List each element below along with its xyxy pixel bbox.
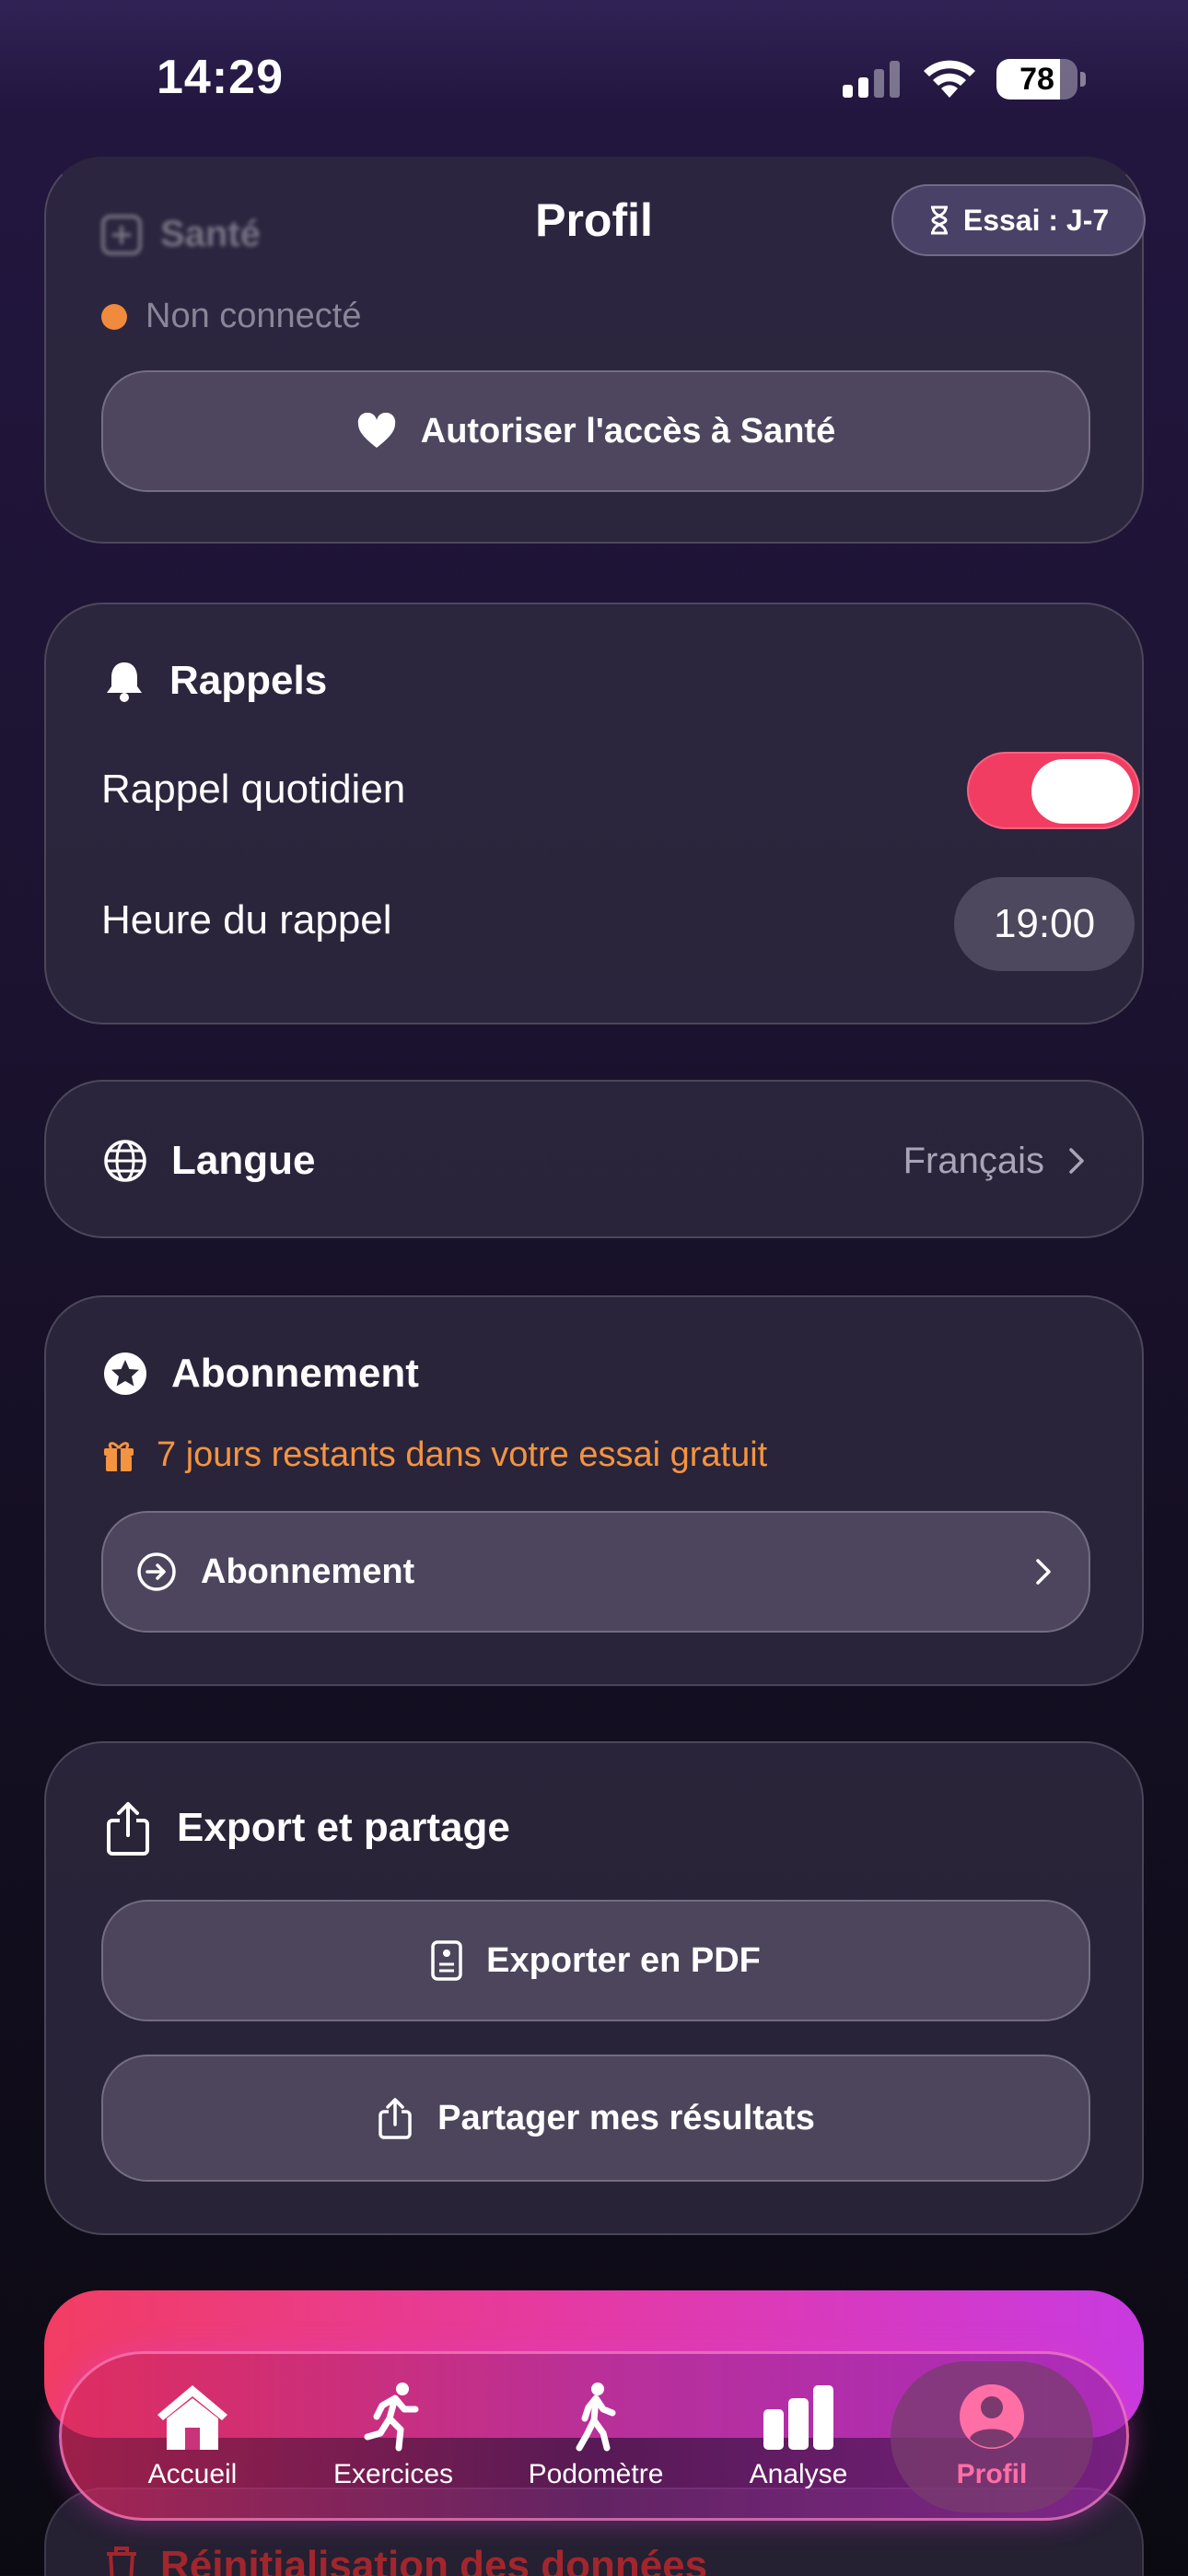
- export-pdf-label: Exporter en PDF: [486, 1940, 761, 1980]
- reminder-time-picker[interactable]: 19:00: [954, 877, 1135, 971]
- heart-icon: [357, 413, 395, 448]
- reminders-title-row: Rappels: [103, 658, 327, 704]
- status-time: 14:29: [157, 51, 284, 104]
- tab-label: Exercices: [332, 2459, 454, 2489]
- language-title: Langue: [171, 1138, 316, 1183]
- export-title-row: Export et partage: [103, 1800, 510, 1856]
- share-icon: [379, 2098, 412, 2139]
- status-bar: 14:29 78: [0, 0, 1188, 161]
- trash-icon: [107, 2547, 136, 2576]
- reminders-card: Rappels Rappel quotidien Heure du rappel…: [44, 603, 1144, 1025]
- daily-reminder-label: Rappel quotidien: [101, 767, 406, 812]
- trial-remaining-row: 7 jours restants dans votre essai gratui…: [101, 1435, 767, 1475]
- status-dot-icon: [101, 303, 127, 330]
- tab-analyse[interactable]: Analyse: [697, 2361, 900, 2512]
- wifi-icon: [924, 60, 975, 98]
- document-icon: [431, 1940, 462, 1981]
- language-value-group: Français: [903, 1082, 1085, 1240]
- tab-podometre[interactable]: Podomètre: [495, 2361, 697, 2512]
- subscription-card: Abonnement 7 jours restants dans votre e…: [44, 1295, 1144, 1686]
- cellular-signal-icon: [843, 61, 900, 98]
- tab-accueil[interactable]: Accueil: [91, 2361, 294, 2512]
- trial-badge-label: Essai : J-7: [962, 203, 1110, 237]
- running-icon: [364, 2383, 419, 2452]
- tab-exercices[interactable]: Exercices: [292, 2361, 495, 2512]
- export-title: Export et partage: [177, 1805, 510, 1850]
- share-results-label: Partager mes résultats: [437, 2098, 815, 2137]
- tab-label: Profil: [956, 2459, 1028, 2489]
- chevron-right-icon: [1036, 1559, 1051, 1585]
- trial-remaining-text: 7 jours restants dans votre essai gratui…: [157, 1435, 768, 1474]
- arrow-circle-icon: [137, 1552, 176, 1591]
- health-status: Non connecté: [146, 297, 362, 335]
- tab-label: Accueil: [147, 2459, 238, 2489]
- trial-badge[interactable]: Essai : J-7: [891, 184, 1146, 256]
- tab-label: Podomètre: [528, 2459, 664, 2489]
- walking-icon: [576, 2383, 616, 2452]
- tab-profil[interactable]: Profil: [891, 2361, 1093, 2512]
- reminder-time-label: Heure du rappel: [101, 897, 392, 943]
- subscription-button[interactable]: Abonnement: [101, 1511, 1090, 1633]
- export-pdf-button[interactable]: Exporter en PDF: [101, 1900, 1090, 2021]
- globe-icon: [104, 1140, 146, 1182]
- bar-chart-icon: [763, 2385, 833, 2450]
- house-icon: [157, 2385, 227, 2450]
- subscription-button-label: Abonnement: [201, 1551, 415, 1591]
- reminders-title: Rappels: [169, 658, 328, 703]
- person-circle-icon: [960, 2384, 1024, 2449]
- subscription-title-row: Abonnement: [103, 1351, 419, 1397]
- export-card: Export et partage Exporter en PDF Partag…: [44, 1741, 1144, 2235]
- gift-icon: [104, 1441, 134, 1471]
- tab-bar: Accueil Exercices Podomètre Analyse Prof…: [59, 2351, 1129, 2521]
- share-icon: [107, 1802, 149, 1856]
- share-results-button[interactable]: Partager mes résultats: [101, 2055, 1090, 2182]
- authorize-health-label: Autoriser l'accès à Santé: [420, 411, 836, 451]
- daily-reminder-toggle[interactable]: [967, 752, 1140, 829]
- battery-level: 78: [1019, 62, 1054, 97]
- toggle-knob: [1031, 759, 1133, 824]
- reset-title: Réinitialisation des données: [160, 2543, 708, 2576]
- subscription-title: Abonnement: [171, 1351, 419, 1396]
- battery-icon: 78: [996, 59, 1086, 100]
- star-circle-icon: [104, 1352, 146, 1395]
- reset-row: Réinitialisation des données: [103, 2543, 707, 2576]
- tab-label: Analyse: [749, 2459, 848, 2489]
- language-row[interactable]: Langue Français: [44, 1080, 1144, 1238]
- hourglass-icon: [930, 205, 948, 235]
- language-title-row: Langue: [103, 1082, 315, 1240]
- bell-icon: [107, 662, 142, 702]
- language-value: Français: [903, 1140, 1044, 1181]
- authorize-health-button[interactable]: Autoriser l'accès à Santé: [101, 370, 1090, 492]
- chevron-right-icon: [1069, 1148, 1084, 1174]
- health-status-row: Non connecté: [101, 297, 362, 336]
